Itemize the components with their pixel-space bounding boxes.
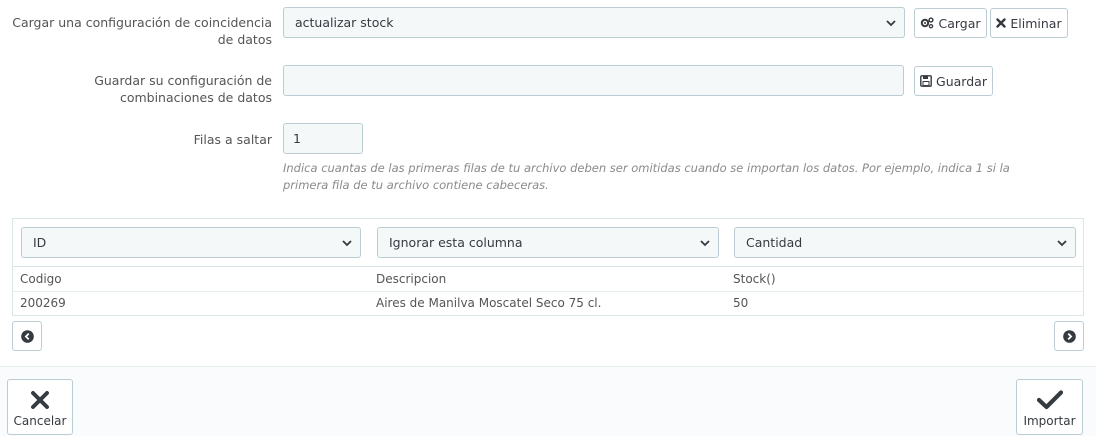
times-icon [996,18,1007,28]
column-select-3-value: Cantidad [746,235,803,250]
skip-rows-value: 1 [293,131,301,146]
column-select-2[interactable]: Ignorar esta columna [377,227,719,258]
circle-chevron-left-icon [20,329,34,343]
next-column-button[interactable] [1054,321,1084,351]
cancel-button-label: Cancelar [13,414,67,428]
save-button[interactable]: Guardar [914,66,993,96]
load-config-selected: actualizar stock [295,15,394,30]
save-config-input[interactable] [283,65,904,96]
column-select-2-value: Ignorar esta columna [389,235,523,250]
chevron-down-icon [342,239,352,246]
close-icon [31,391,49,409]
check-icon [1036,390,1063,410]
form-footer: Cancelar Importar [0,366,1096,436]
circle-chevron-right-icon [1062,329,1076,343]
table-row-cell-descripcion: Aires de Manilva Moscatel Seco 75 cl. [376,296,602,310]
mapping-table: ID Ignorar esta columna Cantidad Codigo … [12,218,1084,316]
chevron-down-icon [1057,239,1067,246]
table-header-descripcion: Descripcion [376,272,447,286]
chevron-down-icon [886,19,896,26]
header-divider [13,266,1083,267]
table-row-cell-codigo: 200269 [20,296,66,310]
delete-button-label: Eliminar [1010,15,1062,31]
skip-rows-help: Indica cuantas de las primeras filas de … [283,161,1010,192]
skip-rows-input[interactable]: 1 [283,123,363,154]
import-button-label: Importar [1023,414,1076,428]
cancel-button[interactable]: Cancelar [7,379,73,435]
table-header-stock: Stock() [733,272,776,286]
column-select-1[interactable]: ID [21,227,361,258]
skip-rows-label: Filas a saltar [193,132,272,147]
import-button[interactable]: Importar [1016,379,1083,435]
row-divider [13,291,1083,292]
table-header-codigo: Codigo [20,272,62,286]
save-config-label: Guardar su configuración de combinacione… [94,73,272,105]
column-select-1-value: ID [33,235,47,250]
prev-column-button[interactable] [12,321,42,351]
cogs-icon [921,17,935,29]
table-row-cell-stock: 50 [733,296,749,310]
delete-button[interactable]: Eliminar [990,8,1068,38]
chevron-down-icon [700,239,710,246]
floppy-icon [920,75,932,87]
save-button-label: Guardar [936,73,987,89]
load-button-label: Cargar [938,15,981,31]
load-config-label: Cargar una configuración de coincidencia… [12,15,272,47]
load-config-select[interactable]: actualizar stock [283,7,905,38]
column-select-3[interactable]: Cantidad [734,227,1076,258]
load-button[interactable]: Cargar [914,8,987,38]
